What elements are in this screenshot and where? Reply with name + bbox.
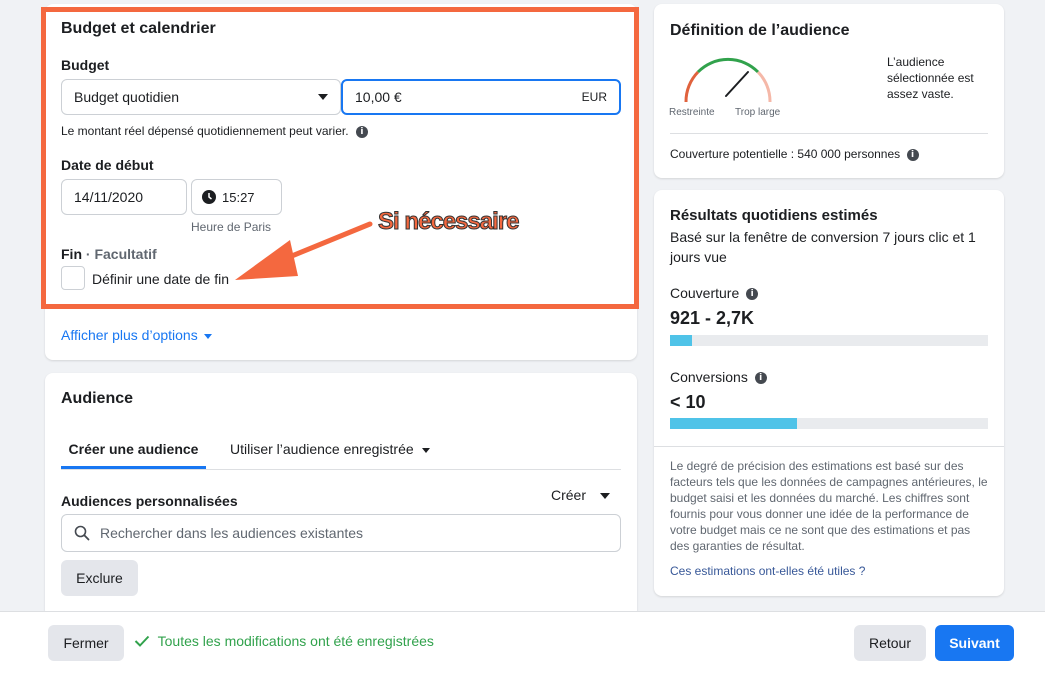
more-options-link[interactable]: Afficher plus d’options xyxy=(61,327,212,343)
tab-saved-audience[interactable]: Utiliser l’audience enregistrée xyxy=(230,441,430,457)
results-disclaimer: Le degré de précision des estimations es… xyxy=(670,459,988,553)
reach-label-text: Couverture xyxy=(670,285,740,301)
audience-search-placeholder: Rechercher dans les audiences existantes xyxy=(100,525,364,541)
conversions-label: Conversions i xyxy=(670,369,767,385)
coverage-text: Couverture potentielle : 540 000 personn… xyxy=(670,147,919,161)
coverage-value: Couverture potentielle : 540 000 personn… xyxy=(670,147,901,161)
saved-status-text: Toutes les modifications ont été enregis… xyxy=(157,633,434,649)
chevron-down-icon xyxy=(421,447,430,453)
exclude-button[interactable]: Exclure xyxy=(61,560,138,596)
chevron-down-icon xyxy=(599,493,610,500)
conversions-label-text: Conversions xyxy=(670,369,748,385)
definition-title: Définition de l’audience xyxy=(670,22,850,39)
info-icon[interactable]: i xyxy=(746,288,759,301)
close-button-label: Fermer xyxy=(63,635,109,651)
custom-audiences-label: Audiences personnalisées xyxy=(61,493,238,509)
estimated-results-card: Résultats quotidiens estimés Basé sur la… xyxy=(654,190,1004,596)
definition-divider xyxy=(670,133,988,134)
gauge-right-label: Trop large xyxy=(735,107,781,118)
back-button[interactable]: Retour xyxy=(854,625,926,661)
definition-description: L’audience sélectionnée est assez vaste. xyxy=(887,55,974,101)
tab-create-audience-label: Créer une audience xyxy=(68,441,199,457)
tab-saved-audience-label: Utiliser l’audience enregistrée xyxy=(230,441,414,457)
create-dropdown[interactable]: Créer xyxy=(551,487,610,503)
reach-value: 921 - 2,7K xyxy=(670,308,755,328)
saved-status: Toutes les modifications ont été enregis… xyxy=(134,633,434,649)
tab-divider xyxy=(61,469,621,470)
checkmark-icon xyxy=(134,635,150,647)
results-title: Résultats quotidiens estimés xyxy=(670,207,878,224)
results-divider xyxy=(654,446,1004,447)
info-icon[interactable]: i xyxy=(754,372,767,385)
conversions-value: < 10 xyxy=(670,392,706,412)
audience-definition-card: Définition de l’audience Restreinte Trop… xyxy=(654,4,1004,178)
reach-bar xyxy=(670,335,988,346)
info-icon[interactable]: i xyxy=(906,148,919,161)
feedback-link[interactable]: Ces estimations ont-elles été utiles ? xyxy=(670,564,865,578)
close-button[interactable]: Fermer xyxy=(48,625,124,661)
results-subtitle: Basé sur la fenêtre de conversion 7 jour… xyxy=(670,229,976,265)
more-options-text: Afficher plus d’options xyxy=(61,327,198,343)
create-dropdown-label: Créer xyxy=(551,487,587,503)
footer-bar: Fermer Toutes les modifications ont été … xyxy=(0,611,1045,674)
conversions-bar-fill xyxy=(670,418,798,429)
reach-label: Couverture i xyxy=(670,285,759,301)
caret-down-icon xyxy=(203,333,212,339)
audience-title: Audience xyxy=(61,390,134,407)
exclude-button-label: Exclure xyxy=(76,570,123,586)
search-icon xyxy=(74,525,90,541)
annotation-arrow xyxy=(235,221,373,280)
tab-create-audience[interactable]: Créer une audience xyxy=(61,435,206,469)
reach-bar-fill xyxy=(670,335,693,346)
audience-gauge xyxy=(684,57,772,103)
back-button-label: Retour xyxy=(868,635,912,651)
audience-search-input[interactable]: Rechercher dans les audiences existantes xyxy=(61,514,621,552)
next-button-label: Suivant xyxy=(949,635,1000,651)
audience-card: Audience Créer une audience Utiliser l’a… xyxy=(45,373,637,618)
gauge-left-label: Restreinte xyxy=(669,107,715,118)
conversions-bar xyxy=(670,418,988,429)
annotation-text: Si nécessaire xyxy=(377,208,519,236)
next-button[interactable]: Suivant xyxy=(935,625,1014,661)
